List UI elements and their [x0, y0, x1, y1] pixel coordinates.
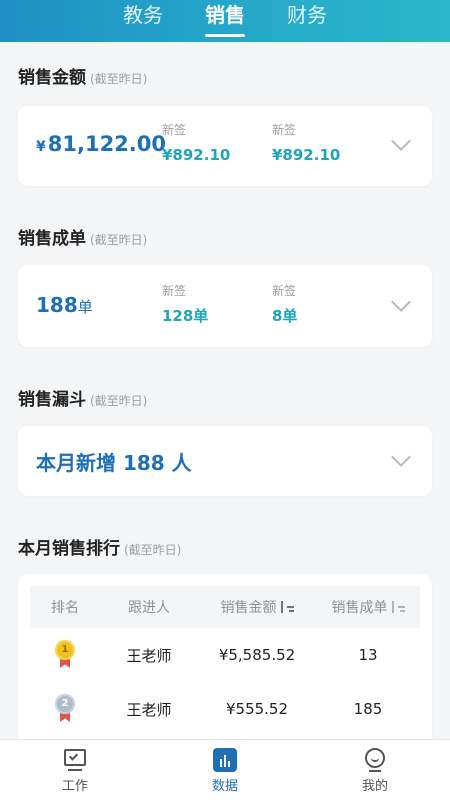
col-follower: 跟进人 — [100, 586, 198, 628]
stat-value: 128单 — [162, 307, 209, 325]
sales-orders-total: 188单 — [36, 293, 93, 317]
col-sales-orders[interactable]: 销售成单 — [316, 586, 420, 628]
sales-amount-heading: 销售金额 (截至昨日) — [18, 63, 147, 88]
nav-item-work[interactable]: 工作 — [0, 740, 150, 800]
sales-amount-title: 销售金额 — [18, 68, 86, 88]
tab-finance[interactable]: 财务 — [266, 0, 348, 30]
work-icon — [63, 748, 87, 772]
stat-value: ¥892.10 — [162, 146, 231, 164]
profile-icon — [363, 748, 387, 772]
sales-orders-title: 销售成单 — [18, 229, 86, 249]
as-of-note: (截至昨日) — [90, 72, 148, 86]
gold-medal-icon: 1 — [53, 640, 77, 670]
as-of-note: (截至昨日) — [90, 233, 148, 247]
sales-orders-heading: 销售成单 (截至昨日) — [18, 224, 147, 249]
sales-orders-cell: 185 — [353, 700, 383, 718]
stat-value: ¥892.10 — [272, 146, 341, 164]
sales-amount-stat-2: 新签 ¥892.10 — [272, 122, 340, 166]
as-of-note: (截至昨日) — [90, 394, 148, 408]
sales-funnel-title: 销售漏斗 — [18, 390, 86, 410]
ranking-title: 本月销售排行 — [18, 539, 120, 559]
chevron-down-icon[interactable] — [391, 292, 411, 312]
rank-number: 2 — [55, 694, 75, 714]
rank-cell: 1 — [30, 628, 100, 682]
sales-orders-value: 188 — [36, 293, 78, 317]
ranking-heading: 本月销售排行 (截至昨日) — [18, 534, 181, 559]
top-tab-bar: 教务 销售 财务 — [0, 0, 450, 42]
tab-academic[interactable]: 教务 — [102, 0, 184, 30]
nav-item-label: 数据 — [211, 779, 238, 794]
col-sales-amount-label: 销售金额 — [220, 600, 277, 616]
rank-number: 1 — [55, 640, 75, 660]
sales-orders-stat-2: 新签 8单 — [272, 283, 297, 327]
stat-label: 新签 — [272, 284, 297, 298]
col-sales-amount[interactable]: 销售金额 — [198, 586, 316, 628]
ranking-header-row: 排名 跟进人 销售金额 销售成单 — [30, 586, 420, 628]
silver-medal-icon: 2 — [53, 694, 77, 724]
sales-amount-stat-1: 新签 ¥892.10 — [162, 122, 230, 166]
sales-amount-total: ¥81,122.00 — [36, 132, 166, 156]
col-sales-orders-label: 销售成单 — [331, 600, 388, 616]
sales-funnel-heading: 销售漏斗 (截至昨日) — [18, 385, 147, 410]
chevron-down-icon[interactable] — [391, 131, 411, 151]
follower-cell: 王老师 — [126, 700, 172, 719]
data-icon — [213, 748, 237, 772]
as-of-note: (截至昨日) — [124, 543, 182, 557]
rank-cell: 2 — [30, 682, 100, 736]
sales-amount-card[interactable]: ¥81,122.00 新签 ¥892.10 新签 ¥892.10 — [18, 106, 432, 186]
unit-label: 单 — [77, 298, 93, 316]
sales-amount-value: 81,122.00 — [47, 132, 166, 156]
follower-cell: 王老师 — [126, 646, 172, 665]
chevron-down-icon[interactable] — [391, 447, 411, 467]
currency-symbol: ¥ — [36, 139, 46, 155]
nav-item-profile[interactable]: 我的 — [300, 740, 450, 800]
bottom-nav-bar: 工作 数据 我的 — [0, 739, 450, 800]
nav-item-data[interactable]: 数据 — [150, 740, 300, 800]
stat-label: 新签 — [162, 123, 187, 137]
sort-icon[interactable] — [280, 601, 294, 613]
sales-orders-stat-1: 新签 128单 — [162, 283, 208, 327]
sales-orders-card[interactable]: 188单 新签 128单 新签 8单 — [18, 265, 432, 347]
nav-item-label: 工作 — [61, 779, 88, 794]
sort-icon[interactable] — [391, 601, 405, 613]
sales-amount-cell: ¥555.52 — [225, 700, 289, 718]
ranking-table: 排名 跟进人 销售金额 销售成单 1 王老师 ¥5,585.52 13 2 王老… — [30, 586, 420, 736]
col-rank: 排名 — [30, 586, 100, 628]
stat-label: 新签 — [162, 284, 187, 298]
nav-item-label: 我的 — [361, 779, 388, 794]
ranking-card: 排名 跟进人 销售金额 销售成单 1 王老师 ¥5,585.52 13 2 王老… — [18, 574, 432, 739]
sales-orders-cell: 13 — [358, 646, 378, 664]
table-row[interactable]: 1 王老师 ¥5,585.52 13 — [30, 628, 420, 682]
sales-funnel-card[interactable]: 本月新增 188 人 — [18, 426, 432, 496]
sales-funnel-text: 本月新增 188 人 — [36, 451, 192, 475]
content-scroll-area[interactable]: 销售金额 (截至昨日) ¥81,122.00 新签 ¥892.10 新签 ¥89… — [0, 42, 450, 739]
tab-sales[interactable]: 销售 — [184, 0, 266, 30]
stat-label: 新签 — [272, 123, 297, 137]
table-row[interactable]: 2 王老师 ¥555.52 185 — [30, 682, 420, 736]
stat-value: 8单 — [272, 307, 298, 325]
sales-amount-cell: ¥5,585.52 — [218, 646, 296, 664]
